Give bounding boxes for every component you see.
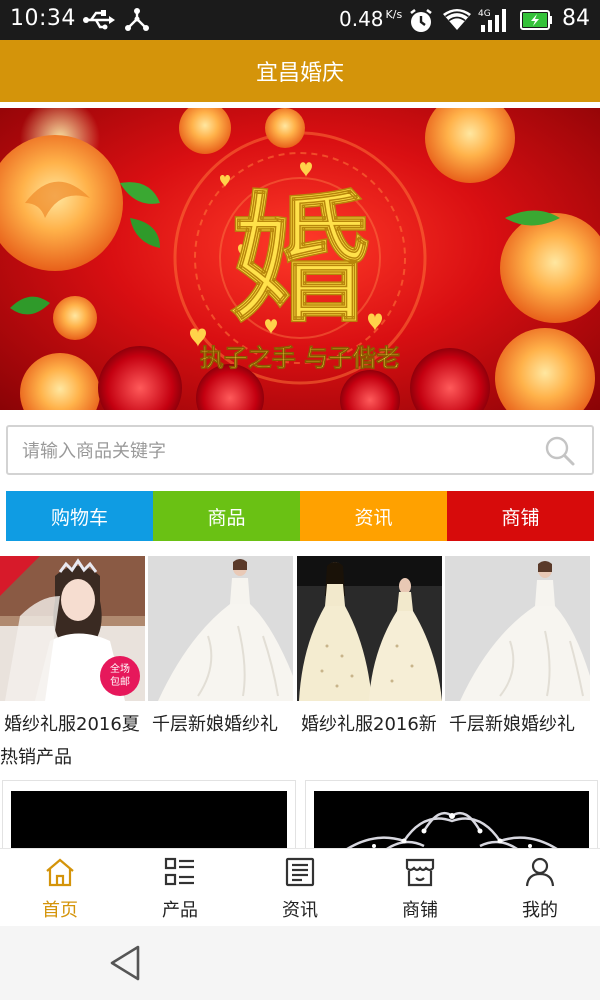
- product-image[interactable]: [11, 791, 287, 848]
- signal-type-label: 4G: [478, 9, 491, 19]
- category-goods[interactable]: 商品: [153, 491, 300, 541]
- product-badge-line2: 包邮: [110, 675, 130, 688]
- bottom-tab-bar: 首页 产品 资讯 商铺 我的: [0, 848, 600, 926]
- product-card[interactable]: 全场 包邮 婚纱礼服2016夏: [0, 556, 145, 736]
- status-bar: 10:34 0.48 K/s 4G 84: [0, 0, 600, 40]
- system-nav-bar: [0, 926, 600, 1000]
- battery-level: 84: [562, 6, 590, 31]
- promo-banner[interactable]: 婚 执子之手 与子偕老: [0, 108, 600, 410]
- search-icon[interactable]: [544, 435, 576, 471]
- battery-icon: [520, 9, 554, 35]
- tab-label: 我的: [522, 900, 558, 921]
- app-header: 宜昌婚庆: [0, 40, 600, 102]
- back-icon[interactable]: [108, 944, 142, 986]
- share-icon: [124, 8, 150, 36]
- page-title: 宜昌婚庆: [255, 61, 344, 86]
- product-card[interactable]: 千层新娘婚纱礼: [148, 556, 293, 736]
- product-image[interactable]: 全场 包邮: [0, 556, 145, 701]
- store-icon: [404, 857, 436, 891]
- news-icon: [284, 857, 316, 891]
- product-badge-line1: 全场: [110, 662, 130, 675]
- product-image[interactable]: [445, 556, 590, 701]
- wifi-icon: [443, 8, 471, 36]
- tab-home[interactable]: 首页: [0, 849, 120, 926]
- product-row: 全场 包邮 婚纱礼服2016夏 千层新娘婚纱礼 婚纱礼服2016新 千层新娘婚纱…: [0, 556, 600, 768]
- net-speed-value: 0.48: [339, 7, 384, 31]
- signal-icon: 4G: [478, 7, 510, 37]
- product-name[interactable]: 婚纱礼服2016夏: [0, 710, 148, 736]
- home-icon: [44, 857, 76, 891]
- tab-label: 首页: [42, 900, 78, 921]
- category-shop[interactable]: 商铺: [447, 491, 594, 541]
- tab-label: 资讯: [282, 900, 318, 921]
- net-speed-unit: K/s: [385, 8, 403, 22]
- status-time: 10:34: [10, 6, 76, 31]
- tab-products[interactable]: 产品: [120, 849, 240, 926]
- product-name[interactable]: 千层新娘婚纱礼: [445, 710, 593, 736]
- product-card[interactable]: [305, 780, 598, 848]
- product-card[interactable]: 婚纱礼服2016新: [297, 556, 442, 736]
- search-input[interactable]: [22, 437, 522, 465]
- product-name[interactable]: 千层新娘婚纱礼: [148, 710, 296, 736]
- app-screen: 10:34 0.48 K/s 4G 84 宜昌婚庆 婚 执子之手 与子偕老 请输…: [0, 0, 600, 1000]
- tab-shops[interactable]: 商铺: [360, 849, 480, 926]
- hot-products-grid: [0, 780, 600, 848]
- category-nav: 购物车 商品 资讯 商铺: [6, 491, 594, 541]
- banner-main-char: 婚: [230, 178, 370, 342]
- tab-news[interactable]: 资讯: [240, 849, 360, 926]
- usb-icon: [82, 9, 116, 35]
- tab-label: 产品: [162, 900, 198, 921]
- user-icon: [524, 857, 556, 891]
- alarm-icon: [408, 8, 434, 38]
- net-speed: 0.48 K/s: [339, 7, 402, 31]
- product-image[interactable]: [148, 556, 293, 701]
- category-news[interactable]: 资讯: [300, 491, 447, 541]
- search-box: [6, 425, 594, 475]
- list-icon: [164, 857, 196, 891]
- section-label: 热销产品: [0, 747, 72, 768]
- tab-label: 商铺: [402, 900, 438, 921]
- banner-caption: 执子之手 与子偕老: [200, 343, 400, 372]
- product-image[interactable]: [314, 791, 589, 848]
- product-name[interactable]: 婚纱礼服2016新: [297, 710, 445, 736]
- tab-mine[interactable]: 我的: [480, 849, 600, 926]
- product-image[interactable]: [297, 556, 442, 701]
- category-cart[interactable]: 购物车: [6, 491, 153, 541]
- product-card[interactable]: 千层新娘婚纱礼: [445, 556, 590, 736]
- product-card[interactable]: [2, 780, 296, 848]
